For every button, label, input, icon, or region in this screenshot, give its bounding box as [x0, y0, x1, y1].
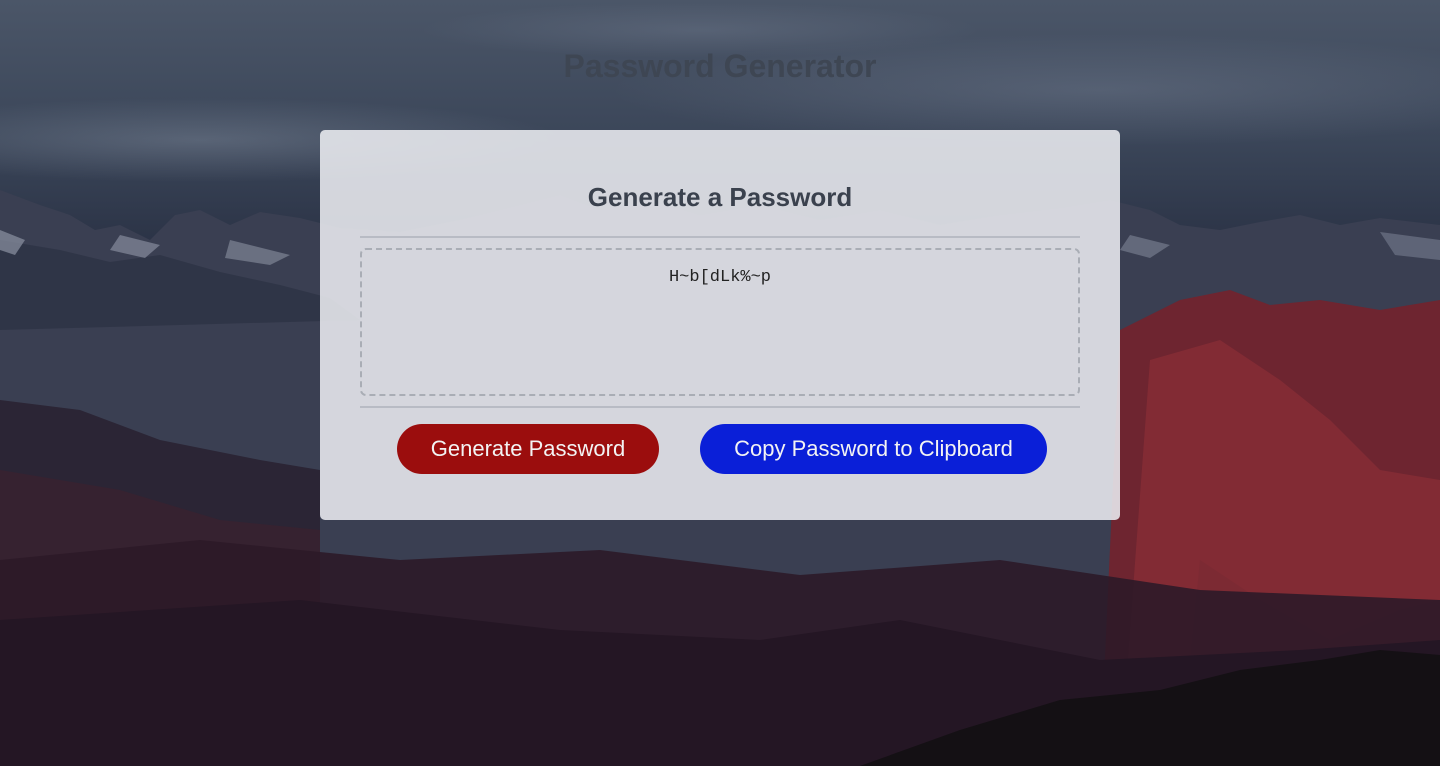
- divider-bottom: [360, 406, 1080, 408]
- card-title: Generate a Password: [587, 182, 853, 212]
- divider-top: [360, 236, 1080, 238]
- page-background: Password Generator Generate a Password H…: [0, 0, 1440, 766]
- generate-password-button[interactable]: Generate Password: [397, 424, 659, 474]
- password-output[interactable]: H~b[dLk%~p: [360, 248, 1080, 396]
- password-card: Generate a Password H~b[dLk%~p Generate …: [320, 130, 1120, 520]
- page-title: Password Generator: [563, 48, 877, 84]
- copy-password-button[interactable]: Copy Password to Clipboard: [700, 424, 1047, 474]
